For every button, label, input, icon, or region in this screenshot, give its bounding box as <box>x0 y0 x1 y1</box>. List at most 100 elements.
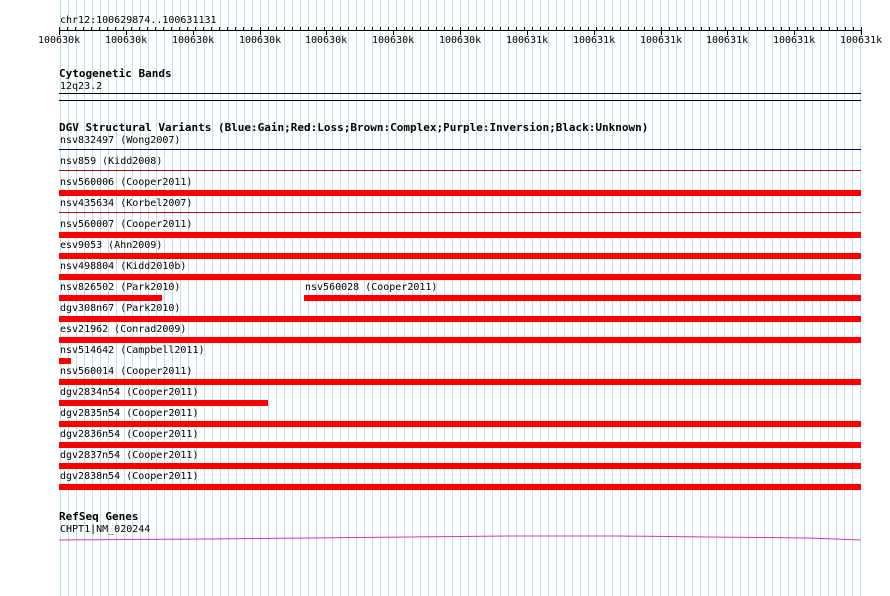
ruler-minor-tick <box>548 27 549 30</box>
ruler-tick-label: 100630k <box>239 35 282 46</box>
variant-bar[interactable] <box>59 379 861 385</box>
ruler-minor-tick <box>652 27 653 30</box>
variant-label[interactable]: dgv2836n54 (Cooper2011) <box>60 429 198 440</box>
variant-bar[interactable] <box>59 463 861 469</box>
variant-label[interactable]: dgv308n67 (Park2010) <box>60 303 180 314</box>
variant-line[interactable] <box>59 212 861 213</box>
grid-line <box>188 0 189 596</box>
ruler-minor-tick <box>612 27 613 30</box>
variant-label[interactable]: nsv435634 (Korbel2007) <box>60 198 192 209</box>
variant-bar[interactable] <box>59 316 861 322</box>
variant-label[interactable]: dgv2837n54 (Cooper2011) <box>60 450 198 461</box>
ruler-minor-tick <box>211 27 212 30</box>
ruler-minor-tick <box>324 27 325 30</box>
grid-line <box>252 0 253 596</box>
ruler-minor-tick <box>163 27 164 30</box>
ruler-minor-tick <box>292 27 293 30</box>
variant-line[interactable] <box>59 170 861 171</box>
grid-line <box>164 0 165 596</box>
variant-bar[interactable] <box>59 400 268 406</box>
ruler-minor-tick <box>171 27 172 30</box>
variant-bar[interactable] <box>59 421 861 427</box>
variant-bar[interactable] <box>59 190 861 196</box>
ruler-minor-tick <box>396 27 397 30</box>
grid-line <box>268 0 269 596</box>
variant-line[interactable] <box>59 149 861 150</box>
ruler-minor-tick <box>620 27 621 30</box>
ruler-tick-label: 100630k <box>305 35 348 46</box>
ruler-minor-tick <box>332 27 333 30</box>
ruler-minor-tick <box>813 27 814 30</box>
ruler-minor-tick <box>717 27 718 30</box>
variant-label[interactable]: esv9053 (Ahn2009) <box>60 240 162 251</box>
ruler-minor-tick <box>540 27 541 30</box>
ruler-minor-tick <box>420 27 421 30</box>
grid-line <box>220 0 221 596</box>
ruler-minor-tick <box>131 27 132 30</box>
grid-line <box>244 0 245 596</box>
variant-label[interactable]: nsv560006 (Cooper2011) <box>60 177 192 188</box>
variant-label[interactable]: dgv2838n54 (Cooper2011) <box>60 471 198 482</box>
ruler-minor-tick <box>797 27 798 30</box>
variant-label[interactable]: nsv498804 (Kidd2010b) <box>60 261 186 272</box>
ruler-minor-tick <box>725 27 726 30</box>
ruler-minor-tick <box>757 27 758 30</box>
ruler-minor-tick <box>524 27 525 30</box>
genome-browser-canvas[interactable]: chr12:100629874..100631131 100630k 100630… <box>0 0 890 596</box>
cytoband-label[interactable]: 12q23.2 <box>60 81 102 92</box>
variant-bar[interactable] <box>59 295 162 301</box>
ruler-minor-tick <box>268 27 269 30</box>
variant-label[interactable]: nsv826502 (Park2010) <box>60 282 180 293</box>
variant-label[interactable]: dgv2834n54 (Cooper2011) <box>60 387 198 398</box>
ruler-tick-label: 100631k <box>773 35 816 46</box>
ruler-minor-tick <box>701 27 702 30</box>
ruler-minor-tick <box>476 27 477 30</box>
ruler-minor-tick <box>693 27 694 30</box>
ruler-minor-tick <box>829 27 830 30</box>
ruler-minor-tick <box>388 27 389 30</box>
variant-bar[interactable] <box>59 484 861 490</box>
grid-line <box>284 0 285 596</box>
variant-label[interactable]: nsv859 (Kidd2008) <box>60 156 162 167</box>
grid-line <box>204 0 205 596</box>
ruler-minor-tick <box>107 27 108 30</box>
variant-label[interactable]: nsv560028 (Cooper2011) <box>305 282 437 293</box>
cytoband-track-title: Cytogenetic Bands <box>59 67 172 80</box>
gene-model[interactable] <box>59 534 862 544</box>
variant-label[interactable]: nsv560007 (Cooper2011) <box>60 219 192 230</box>
ruler-minor-tick <box>284 27 285 30</box>
ruler-minor-tick <box>821 27 822 30</box>
grid-line <box>172 0 173 596</box>
ruler-minor-tick <box>300 27 301 30</box>
grid-line <box>228 0 229 596</box>
ruler-minor-tick <box>235 27 236 30</box>
ruler-tick-label: 100631k <box>840 35 883 46</box>
variant-bar[interactable] <box>59 358 71 364</box>
variant-bar[interactable] <box>59 274 861 280</box>
variant-label[interactable]: esv21962 (Conrad2009) <box>60 324 186 335</box>
ruler-minor-tick <box>155 27 156 30</box>
variant-label[interactable]: nsv514642 (Campbell2011) <box>60 345 205 356</box>
ruler-minor-tick <box>628 27 629 30</box>
variant-bar[interactable] <box>59 442 861 448</box>
ruler-minor-tick <box>853 27 854 30</box>
variant-bar[interactable] <box>59 232 861 238</box>
ruler-minor-tick <box>765 27 766 30</box>
ruler-minor-tick <box>276 27 277 30</box>
ruler-minor-tick <box>115 27 116 30</box>
ruler-minor-tick <box>340 27 341 30</box>
ruler-minor-tick <box>532 27 533 30</box>
variant-label[interactable]: nsv560014 (Cooper2011) <box>60 366 192 377</box>
variant-bar[interactable] <box>59 253 861 259</box>
ruler-minor-tick <box>669 27 670 30</box>
ruler-minor-tick <box>556 27 557 30</box>
variant-label[interactable]: nsv832497 (Wong2007) <box>60 135 180 146</box>
ruler-minor-tick <box>572 27 573 30</box>
ruler-minor-tick <box>604 27 605 30</box>
variant-bar[interactable] <box>59 337 861 343</box>
variant-label[interactable]: dgv2835n54 (Cooper2011) <box>60 408 198 419</box>
ruler-minor-tick <box>781 27 782 30</box>
dgv-track-title: DGV Structural Variants (Blue:Gain;Red:L… <box>59 121 649 134</box>
variant-bar[interactable] <box>304 295 861 301</box>
grid-line <box>212 0 213 596</box>
